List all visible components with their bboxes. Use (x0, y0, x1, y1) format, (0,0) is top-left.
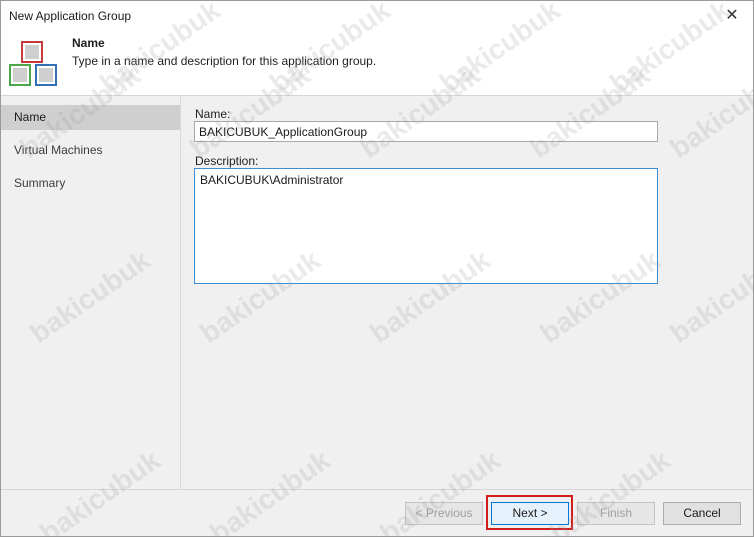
description-label: Description: (195, 154, 259, 168)
previous-button[interactable]: < Previous (405, 502, 483, 525)
sidebar-item-virtual-machines[interactable]: Virtual Machines (1, 138, 180, 163)
close-icon[interactable]: ✕ (721, 5, 743, 27)
description-input[interactable]: BAKICUBUK\Administrator (194, 168, 658, 284)
name-input[interactable] (194, 121, 658, 142)
wizard-footer: < Previous Next > Finish Cancel (1, 490, 753, 536)
application-group-icon (9, 41, 57, 86)
sidebar-item-summary[interactable]: Summary (1, 171, 180, 196)
finish-button[interactable]: Finish (577, 502, 655, 525)
title-bar: New Application Group ✕ (1, 1, 753, 31)
wizard-header: Name Type in a name and description for … (1, 31, 753, 95)
window-title: New Application Group (9, 9, 132, 23)
cancel-button[interactable]: Cancel (663, 502, 741, 525)
wizard-window: New Application Group ✕ Name Type in a n… (0, 0, 754, 537)
wizard-steps-sidebar: Name Virtual Machines Summary (1, 96, 180, 489)
wizard-content: Name: Description: BAKICUBUK\Administrat… (181, 96, 753, 489)
sidebar-item-name[interactable]: Name (1, 105, 180, 130)
next-button-highlight (486, 495, 573, 530)
step-title: Name (72, 36, 105, 50)
name-label: Name: (195, 107, 231, 121)
step-description: Type in a name and description for this … (72, 54, 377, 68)
